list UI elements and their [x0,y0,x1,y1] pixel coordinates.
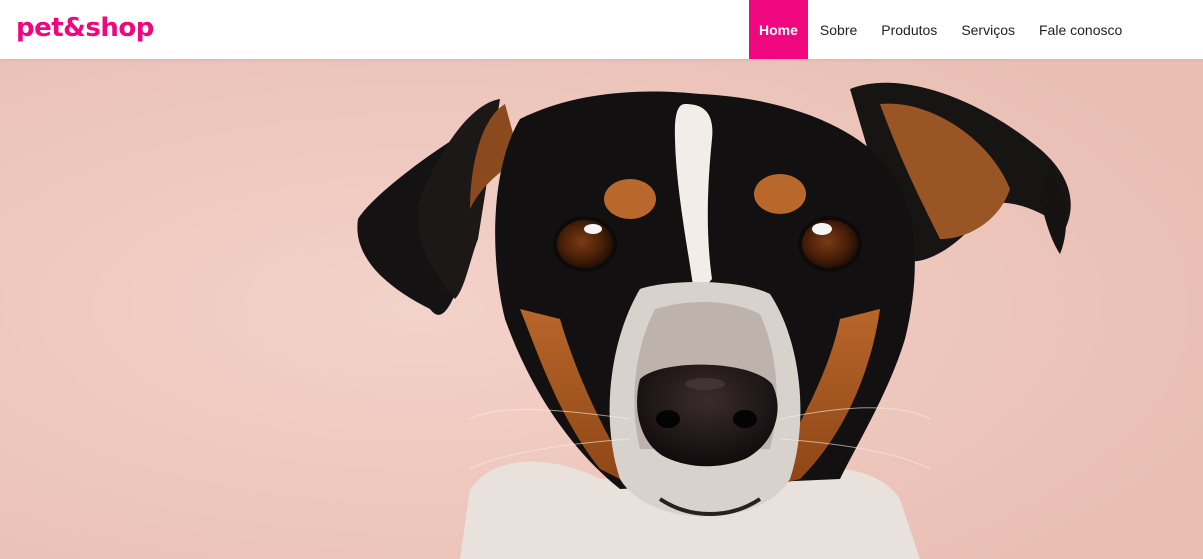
nav-item-servicos[interactable]: Serviços [949,0,1027,59]
nav-item-fale-conosco[interactable]: Fale conosco [1027,0,1134,59]
hero-banner [0,59,1203,559]
top-navbar: pet&shop Home Sobre Produtos Serviços Fa… [0,0,1203,59]
nav-item-produtos[interactable]: Produtos [869,0,949,59]
hero-dog-photo [0,59,1203,559]
nav-item-sobre[interactable]: Sobre [808,0,869,59]
nav-item-home[interactable]: Home [749,0,808,59]
brand-logo[interactable]: pet&shop [16,10,154,46]
main-nav: Home Sobre Produtos Serviços Fale conosc… [749,0,1134,59]
